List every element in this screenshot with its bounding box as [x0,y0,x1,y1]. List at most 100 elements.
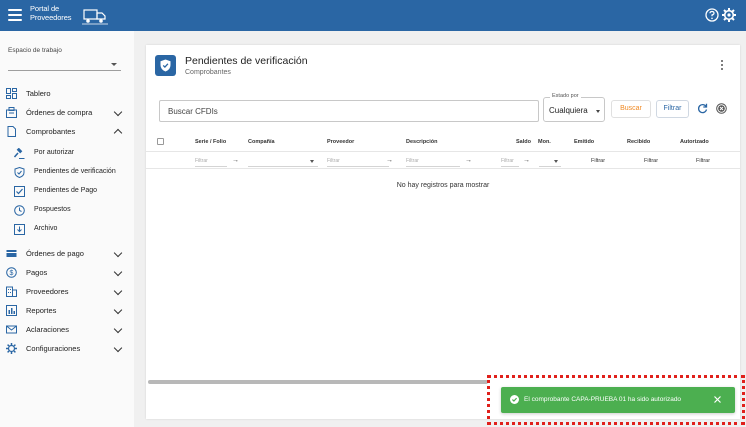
clear-filter-icon[interactable] [716,103,727,114]
dollar-icon: $ [6,267,17,278]
logo-line-2: Proveedores [30,13,72,22]
sidebar-subitem-label: Pendientes de Pago [34,187,98,194]
sidebar-subitem-pendientes-de-pago[interactable]: Pendientes de Pago [0,182,134,200]
workspace-select[interactable] [8,57,121,71]
sidebar-item-pagos[interactable]: $ Pagos [0,263,134,281]
sidebar: Espacio de trabajo Tablero Órdenes de co… [0,31,134,427]
arrow-right-icon[interactable]: → [232,157,239,164]
column-header-compania[interactable]: Compañía [248,139,275,145]
caret-down-icon[interactable] [310,160,314,163]
column-header-descripcion[interactable]: Descripción [406,139,437,145]
sidebar-item-reportes[interactable]: Reportes [0,301,134,319]
empty-table-message: No hay registros para mostrar [396,182,490,189]
sidebar-subitem-label: Pospuestos [34,206,71,213]
filter-input-proveedor[interactable]: Filtrar [327,158,340,164]
search-field[interactable] [159,100,539,122]
mail-icon [6,325,17,334]
sidebar-subitem-label: Archivo [34,225,58,232]
sidebar-subitem-por-autorizar[interactable]: Por autorizar [0,144,134,162]
chart-icon [6,305,17,316]
caret-down-icon[interactable] [554,160,558,163]
column-header-serie-folio[interactable]: Serie / Folio [195,139,226,145]
logo-line-1: Portal de [30,4,60,13]
sidebar-item-comprobantes[interactable]: Comprobantes [0,122,134,140]
menu-icon[interactable] [8,9,22,21]
workspace-label: Espacio de trabajo [8,47,62,54]
filter-button-autorizado[interactable]: Filtrar [696,158,710,164]
filtrar-button[interactable]: Filtrar [656,100,689,118]
sidebar-item-ordenes-de-compra[interactable]: Órdenes de compra [0,103,134,121]
filter-button-recibido[interactable]: Filtrar [644,158,658,164]
search-input[interactable] [168,105,528,118]
sidebar-item-label: Pagos [26,268,48,277]
sidebar-item-ordenes-de-pago[interactable]: Órdenes de pago [0,244,134,262]
sidebar-subitem-archivo[interactable]: Archivo [0,220,134,238]
help-icon[interactable] [705,8,719,22]
close-icon[interactable] [713,395,722,404]
building-icon [6,286,17,297]
chevron-down-icon [113,343,123,353]
sidebar-item-label: Órdenes de pago [26,249,84,258]
estado-label: Estado por [550,93,581,99]
filter-input-descripcion[interactable]: Filtrar [406,158,419,164]
check-circle-icon [510,395,519,404]
filter-underline [248,166,318,167]
filter-input-serie-folio[interactable]: Filtrar [195,158,208,164]
select-all-checkbox[interactable] [157,138,164,145]
column-header-recibido[interactable]: Recibido [627,139,650,145]
sidebar-item-label: Reportes [26,306,57,315]
sidebar-item-label: Aclaraciones [26,325,69,334]
payment-order-icon [6,250,17,257]
page-subtitle: Comprobantes [185,69,231,76]
top-app-bar: Portal de Proveedores [0,0,746,31]
arrow-right-icon[interactable]: → [386,157,393,164]
column-header-saldo[interactable]: Saldo [516,139,531,145]
filter-row: Filtrar → Filtrar → Filtrar → Filtrar → … [146,153,740,169]
sidebar-item-tablero[interactable]: Tablero [0,84,134,102]
sidebar-item-configuraciones[interactable]: Configuraciones [0,339,134,357]
archive-icon [14,224,25,235]
main-card: Pendientes de verificación Comprobantes … [146,45,740,419]
sidebar-item-label: Comprobantes [26,127,76,136]
estado-select[interactable]: Estado por Cualquiera [543,93,605,122]
sidebar-subitem-pendientes-de-verificacion[interactable]: Pendientes de verificación [0,163,134,181]
truck-logo-icon [82,9,108,25]
column-header-emitido[interactable]: Emitido [574,139,594,145]
shield-icon [14,167,25,178]
chevron-down-icon [113,267,123,277]
filter-button-emitido[interactable]: Filtrar [591,158,605,164]
clock-icon [14,205,25,216]
chevron-down-icon [113,248,123,258]
filter-underline [195,166,227,167]
scrollbar-thumb[interactable] [148,380,488,384]
sidebar-item-label: Configuraciones [26,344,81,353]
gavel-icon [14,148,25,159]
sidebar-item-aclaraciones[interactable]: Aclaraciones [0,320,134,338]
arrow-right-icon[interactable]: → [523,157,530,164]
svg-text:$: $ [10,270,14,277]
checklist-icon [14,186,25,197]
refresh-icon[interactable] [697,103,708,114]
shield-badge-icon [155,55,176,76]
sidebar-subitem-pospuestos[interactable]: Pospuestos [0,201,134,219]
buscar-button[interactable]: Buscar [611,100,651,118]
column-header-proveedor[interactable]: Proveedor [327,139,354,145]
sidebar-item-proveedores[interactable]: Proveedores [0,282,134,300]
arrow-right-icon[interactable]: → [465,157,472,164]
dashboard-icon [6,88,17,99]
settings-gear-icon[interactable] [721,7,737,23]
column-header-moneda[interactable]: Mon. [538,139,551,145]
portal-logo[interactable]: Portal de Proveedores [30,2,110,28]
sidebar-subitem-label: Por autorizar [34,149,75,156]
sidebar-item-label: Proveedores [26,287,69,296]
filter-underline [539,166,561,167]
more-options-icon[interactable] [720,60,724,73]
document-icon [7,126,16,137]
filter-input-saldo[interactable]: Filtrar [501,158,514,164]
sidebar-subitem-label: Pendientes de verificación [34,168,116,175]
filter-underline [406,166,460,167]
caret-down-icon [111,63,117,66]
filter-underline [501,166,519,167]
estado-value: Cualquiera [549,106,588,115]
column-header-autorizado[interactable]: Autorizado [680,139,709,145]
